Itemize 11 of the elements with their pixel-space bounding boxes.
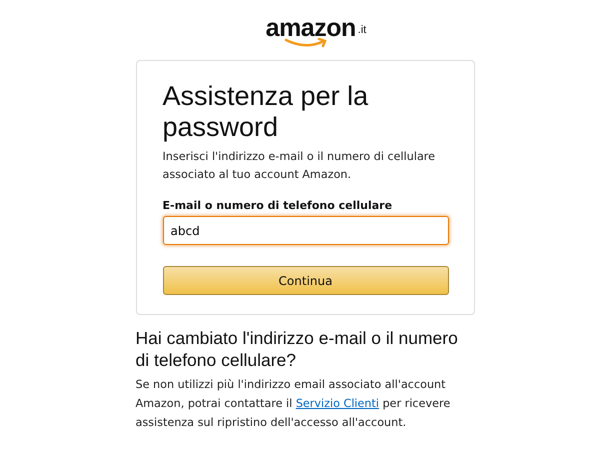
help-title: Hai cambiato l'indirizzo e-mail o il numero di telefono cellulare? bbox=[136, 327, 459, 371]
input-field[interactable]: abcd bbox=[162, 216, 448, 245]
customer-service-link[interactable]: Servizio Clienti bbox=[296, 397, 380, 410]
logo-wordmark: amazon bbox=[266, 15, 356, 41]
field-label: E-mail o numero di telefono cellulare bbox=[162, 199, 394, 212]
continue-button[interactable]: Continua bbox=[162, 266, 448, 295]
smile-arrow-icon bbox=[284, 38, 328, 48]
logo-domain: .it bbox=[358, 24, 366, 36]
help-text: Se non utilizzi più l'indirizzo email associato all'account Amazon, potrai contattare il Servizio Clienti per ricevere assistenza sul ripristino dell'accesso all'account. bbox=[136, 377, 452, 431]
page-title: Assistenza per la password bbox=[162, 81, 370, 143]
description: Inserisci l'indirizzo e-mail o il numero di cellulare associato al tuo account Amazon. bbox=[162, 149, 436, 183]
